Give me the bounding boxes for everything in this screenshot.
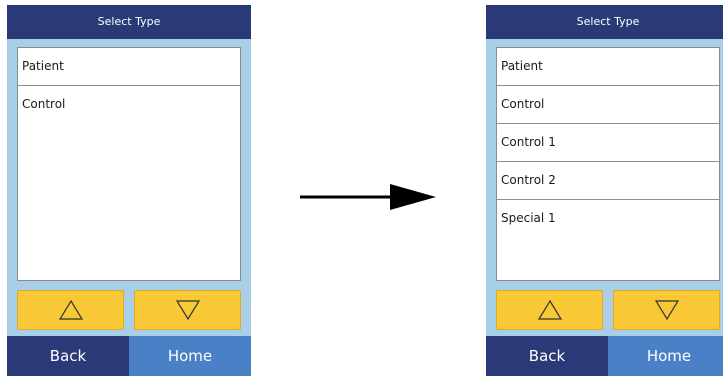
list-item-patient[interactable]: Patient bbox=[497, 48, 719, 86]
list-item-patient[interactable]: Patient bbox=[18, 48, 240, 86]
triangle-down-icon bbox=[654, 300, 680, 321]
triangle-up-icon bbox=[58, 299, 84, 320]
scroll-up-button[interactable] bbox=[17, 290, 124, 330]
right-arrow-icon bbox=[300, 184, 436, 210]
list-item-control[interactable]: Control bbox=[18, 86, 240, 124]
type-list: Patient Control Control 1 Control 2 Spec… bbox=[496, 47, 720, 281]
screen-after: Select Type Patient Control Control 1 Co… bbox=[486, 5, 723, 376]
list-item-control-1[interactable]: Control 1 bbox=[497, 124, 719, 162]
list-item-special-1[interactable]: Special 1 bbox=[497, 200, 719, 238]
bottom-nav: Back Home bbox=[486, 336, 723, 376]
bottom-nav: Back Home bbox=[7, 336, 251, 376]
list-item-control-2[interactable]: Control 2 bbox=[497, 162, 719, 200]
back-button[interactable]: Back bbox=[7, 336, 129, 376]
title-bar: Select Type bbox=[486, 5, 723, 39]
home-button[interactable]: Home bbox=[129, 336, 251, 376]
scroll-down-button[interactable] bbox=[134, 290, 241, 330]
back-button[interactable]: Back bbox=[486, 336, 608, 376]
title-bar: Select Type bbox=[7, 5, 251, 39]
scroll-up-button[interactable] bbox=[496, 290, 603, 330]
triangle-down-icon bbox=[175, 300, 201, 321]
home-button[interactable]: Home bbox=[608, 336, 723, 376]
list-item-control[interactable]: Control bbox=[497, 86, 719, 124]
screen-before: Select Type Patient Control Back Home bbox=[7, 5, 251, 376]
scroll-down-button[interactable] bbox=[613, 290, 720, 330]
type-list: Patient Control bbox=[17, 47, 241, 281]
triangle-up-icon bbox=[537, 299, 563, 320]
